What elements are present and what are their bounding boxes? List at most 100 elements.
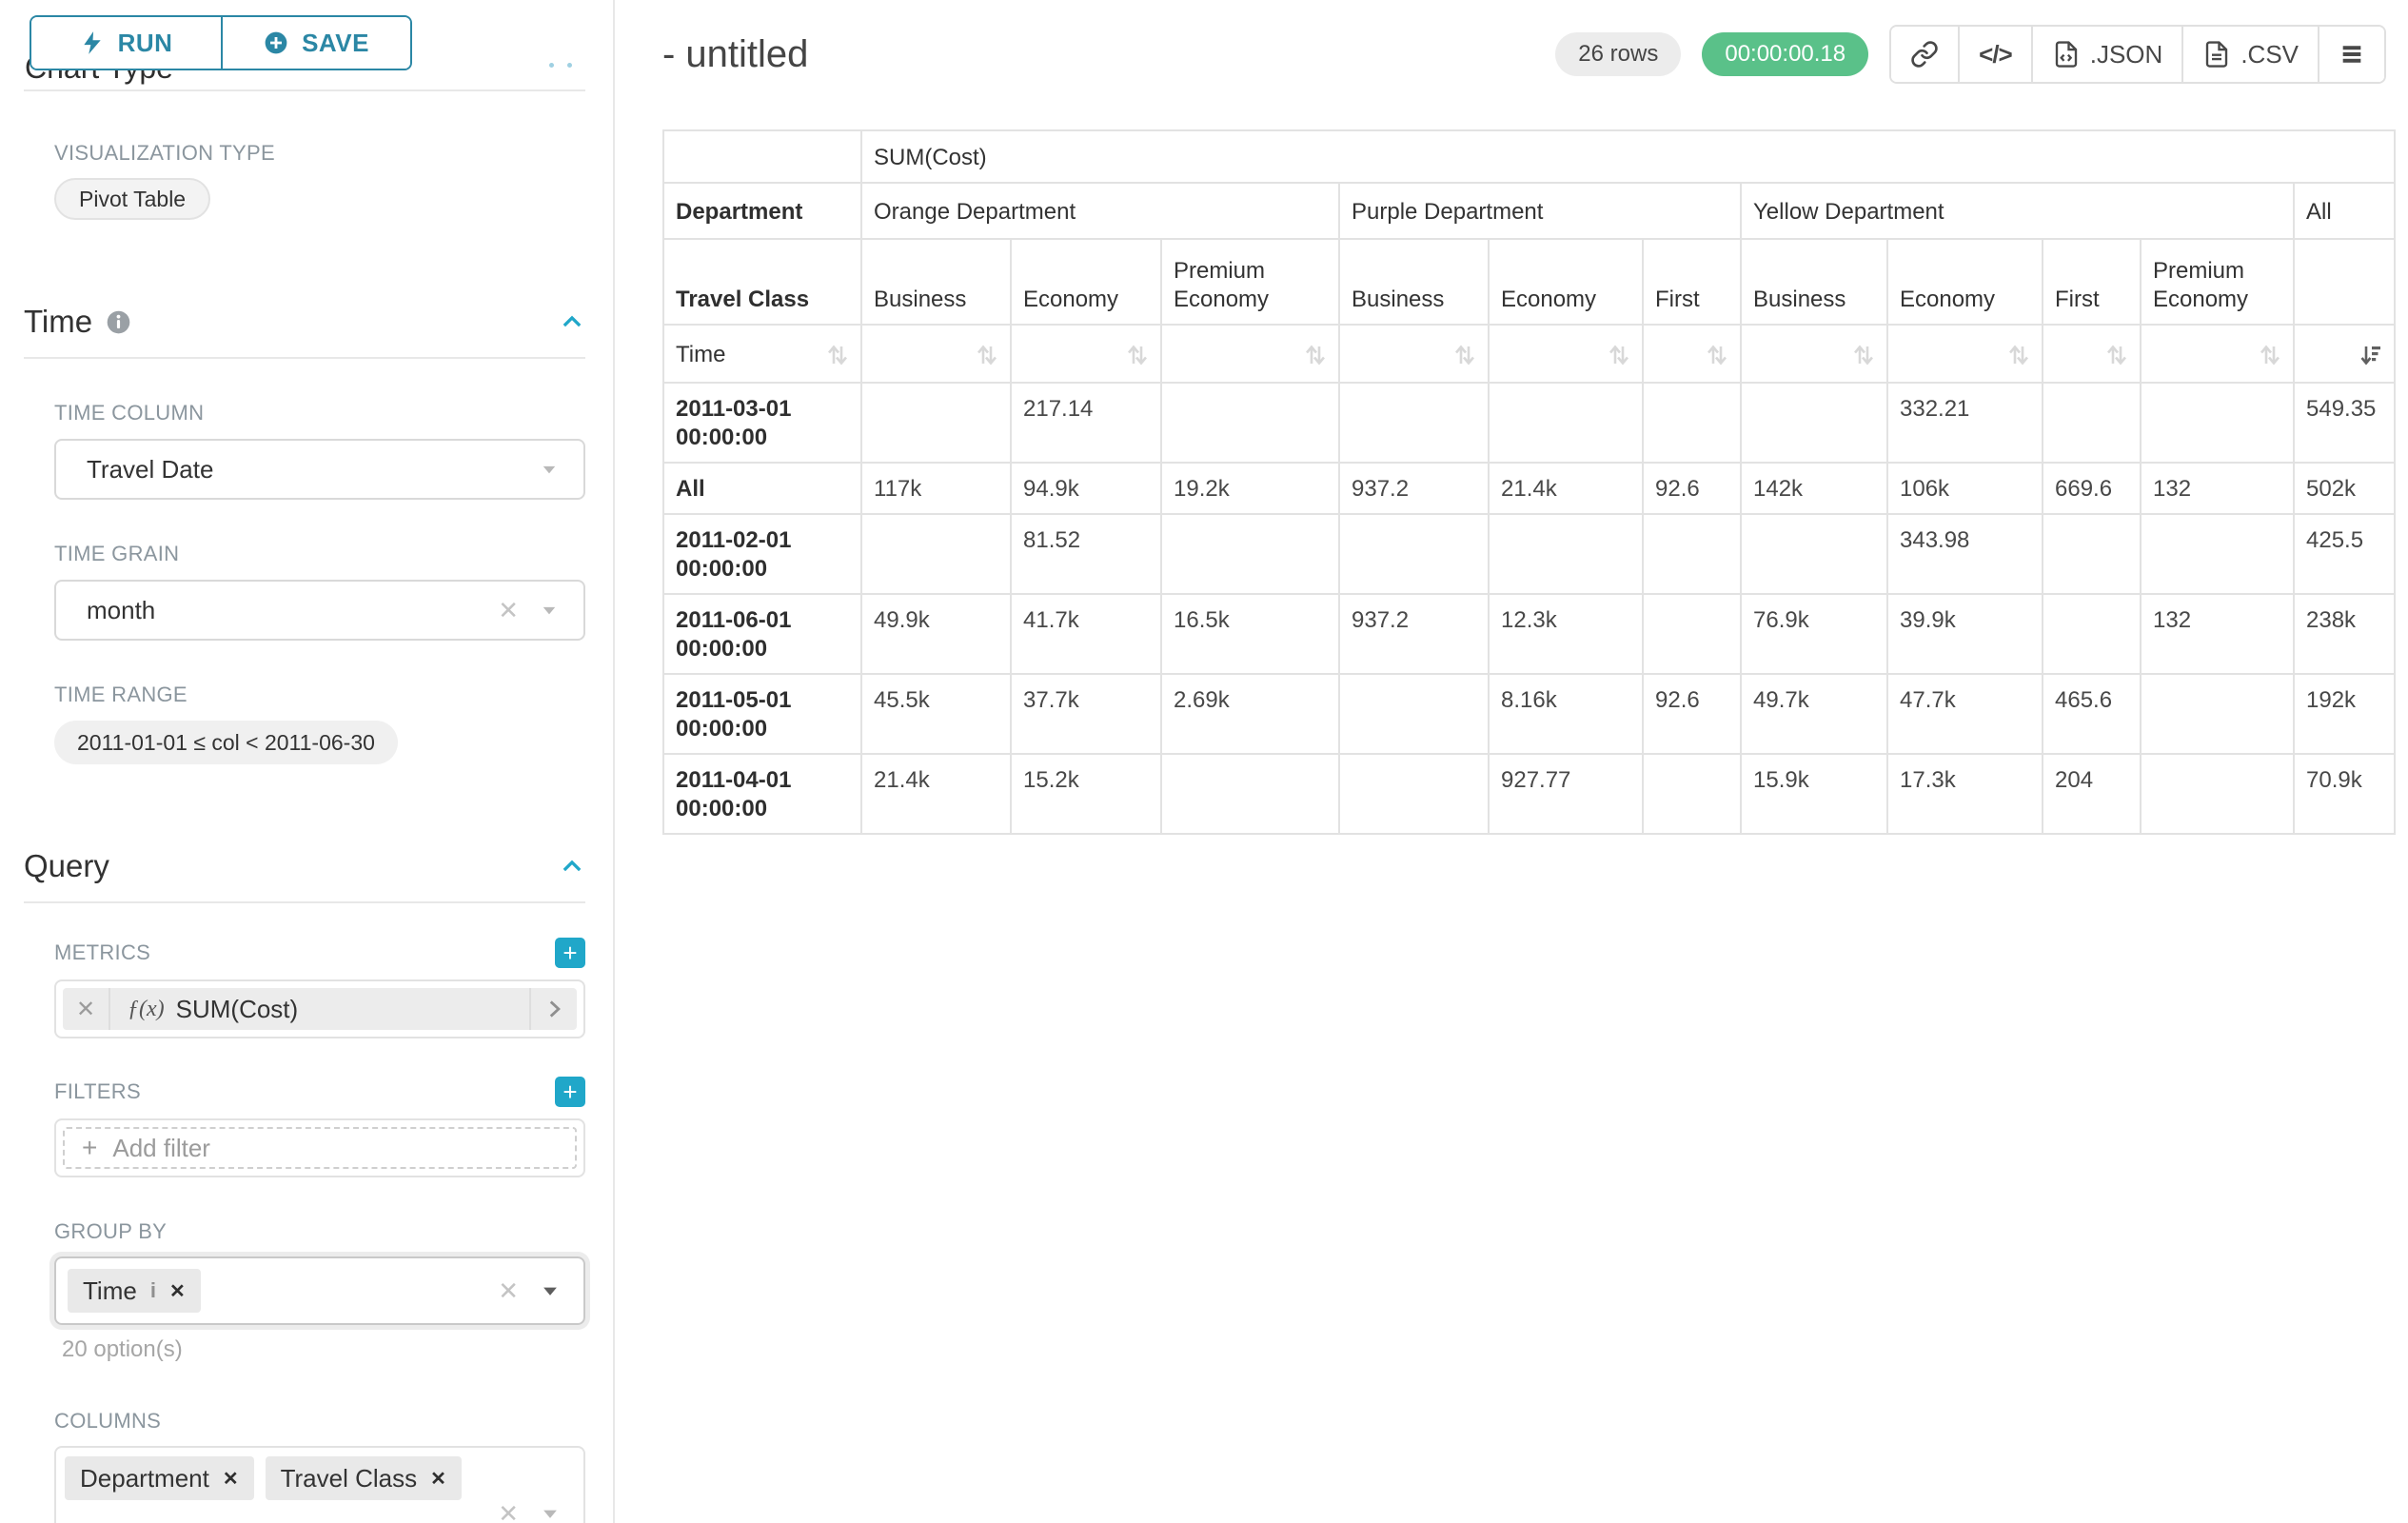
pivot-cell <box>1161 754 1339 834</box>
save-button[interactable]: SAVE <box>221 17 410 69</box>
plus-icon: + <box>82 1133 97 1163</box>
rows-axis-sort-cell: Time <box>663 325 861 383</box>
export-csv-button[interactable]: .CSV <box>2181 27 2318 82</box>
sort-cell <box>2043 325 2141 383</box>
sort-descending-icon[interactable] <box>2358 342 2384 368</box>
add-metric-button[interactable]: + <box>555 938 585 968</box>
table-row: 2011-05-01 00:00:0045.5k37.7k2.69k8.16k9… <box>663 674 2395 754</box>
pivot-cell: 81.52 <box>1011 514 1161 594</box>
columns-chip-department[interactable]: Department ✕ <box>65 1456 254 1500</box>
pivot-cell: 106k <box>1887 463 2043 514</box>
info-icon: i <box>150 1278 156 1303</box>
filters-container: + Add filter <box>54 1118 585 1177</box>
pivot-cell: 238k <box>2294 594 2395 674</box>
sort-cell <box>1339 325 1489 383</box>
time-grain-select[interactable]: month ✕ <box>54 580 585 641</box>
remove-metric-icon[interactable]: ✕ <box>63 996 109 1023</box>
sort-icon[interactable] <box>1451 342 1478 368</box>
run-button[interactable]: RUN <box>31 17 221 69</box>
chip-label: Time <box>83 1276 137 1306</box>
time-column-label: TIME COLUMN <box>54 401 585 425</box>
chart-header: - untitled 26 rows 00:00:00.18 </> .JSON <box>662 25 2386 84</box>
pivot-cell: 117k <box>861 463 1011 514</box>
column-group-header: Yellow Department <box>1741 183 2294 239</box>
sort-icon[interactable] <box>2103 342 2130 368</box>
remove-chip-icon[interactable]: ✕ <box>430 1467 446 1491</box>
metric-option[interactable]: ✕ ƒ(x) SUM(Cost) <box>63 988 577 1030</box>
save-button-label: SAVE <box>302 29 369 58</box>
time-column-select[interactable]: Travel Date <box>54 439 585 500</box>
column-group-header: Orange Department <box>861 183 1339 239</box>
remove-chip-icon[interactable]: ✕ <box>169 1279 186 1303</box>
pivot-cell: 47.7k <box>1887 674 2043 754</box>
export-json-button[interactable]: .JSON <box>2031 27 2182 82</box>
department-header-row: Department Orange Department Purple Depa… <box>663 183 2395 239</box>
caret-down-icon[interactable] <box>540 460 559 479</box>
table-row: 2011-04-01 00:00:0021.4k15.2k927.7715.9k… <box>663 754 2395 834</box>
group-by-label: GROUP BY <box>54 1219 585 1244</box>
metric-value: SUM(Cost) <box>176 995 299 1024</box>
pivot-cell: 92.6 <box>1643 674 1741 754</box>
add-filter-label: Add filter <box>112 1134 210 1163</box>
row-count-badge: 26 rows <box>1555 32 1681 76</box>
lightning-bolt-icon <box>80 30 105 55</box>
pivot-cell <box>1741 514 1887 594</box>
sort-icon[interactable] <box>974 342 1000 368</box>
pivot-cell: 19.2k <box>1161 463 1339 514</box>
sort-icon[interactable] <box>1124 342 1151 368</box>
pivot-cell: 332.21 <box>1887 383 2043 463</box>
time-range-pill[interactable]: 2011-01-01 ≤ col < 2011-06-30 <box>54 721 398 764</box>
caret-down-icon[interactable] <box>540 1280 561 1301</box>
share-link-button[interactable] <box>1891 27 1958 82</box>
info-icon <box>106 309 131 335</box>
sort-icon[interactable] <box>1704 342 1730 368</box>
group-by-select[interactable]: Time i ✕ ✕ <box>54 1256 585 1325</box>
chart-type-collapse-indicator <box>549 63 572 68</box>
caret-down-icon[interactable] <box>540 1503 561 1523</box>
menu-button[interactable] <box>2318 27 2384 82</box>
chart-title[interactable]: - untitled <box>662 33 808 76</box>
sort-icon[interactable] <box>2005 342 2032 368</box>
sort-cell <box>1643 325 1741 383</box>
pivot-table: SUM(Cost) Department Orange Department P… <box>662 129 2396 835</box>
pivot-cell: 92.6 <box>1643 463 1741 514</box>
chevron-up-icon[interactable] <box>559 853 585 880</box>
pivot-cell: 49.9k <box>861 594 1011 674</box>
clear-icon[interactable]: ✕ <box>498 1278 519 1303</box>
columns-select[interactable]: Department ✕ Travel Class ✕ ✕ <box>54 1446 585 1523</box>
clear-icon[interactable]: ✕ <box>498 598 519 623</box>
sort-icon[interactable] <box>824 342 851 368</box>
caret-down-icon[interactable] <box>540 601 559 620</box>
class-column-header: Economy <box>1011 239 1161 325</box>
pivot-cell <box>1339 514 1489 594</box>
sort-icon[interactable] <box>2257 342 2283 368</box>
pivot-cell <box>1339 383 1489 463</box>
sort-icon[interactable] <box>1606 342 1632 368</box>
pivot-cell: 204 <box>2043 754 2141 834</box>
pivot-cell <box>2141 754 2294 834</box>
expand-metric-icon[interactable] <box>531 997 577 1021</box>
embed-code-button[interactable]: </> <box>1958 27 2031 82</box>
metrics-field: METRICS + ✕ ƒ(x) SUM(Cost) <box>54 938 585 1038</box>
group-by-chip-time[interactable]: Time i ✕ <box>68 1269 201 1313</box>
class-column-header: First <box>2043 239 2141 325</box>
columns-chip-travel-class[interactable]: Travel Class ✕ <box>266 1456 462 1500</box>
pivot-cell: 132 <box>2141 594 2294 674</box>
visualization-type-pill[interactable]: Pivot Table <box>54 178 210 220</box>
sort-cell <box>1161 325 1339 383</box>
add-filter-plus-button[interactable]: + <box>555 1077 585 1107</box>
remove-chip-icon[interactable]: ✕ <box>223 1467 239 1491</box>
file-code-icon <box>2052 40 2081 69</box>
visualization-type-label: VISUALIZATION TYPE <box>54 141 585 166</box>
row-header: 2011-04-01 00:00:00 <box>663 754 861 834</box>
clear-icon[interactable]: ✕ <box>498 1501 519 1523</box>
sort-icon[interactable] <box>1850 342 1877 368</box>
chevron-up-icon[interactable] <box>559 308 585 335</box>
pivot-cell <box>1643 754 1741 834</box>
add-filter-button[interactable]: + Add filter <box>63 1127 577 1169</box>
table-row: 2011-02-01 00:00:0081.52343.98425.5 <box>663 514 2395 594</box>
run-button-label: RUN <box>118 29 173 58</box>
pivot-cell: 425.5 <box>2294 514 2395 594</box>
group-by-field: GROUP BY Time i ✕ ✕ 20 option(s) <box>54 1219 585 1363</box>
sort-icon[interactable] <box>1302 342 1329 368</box>
